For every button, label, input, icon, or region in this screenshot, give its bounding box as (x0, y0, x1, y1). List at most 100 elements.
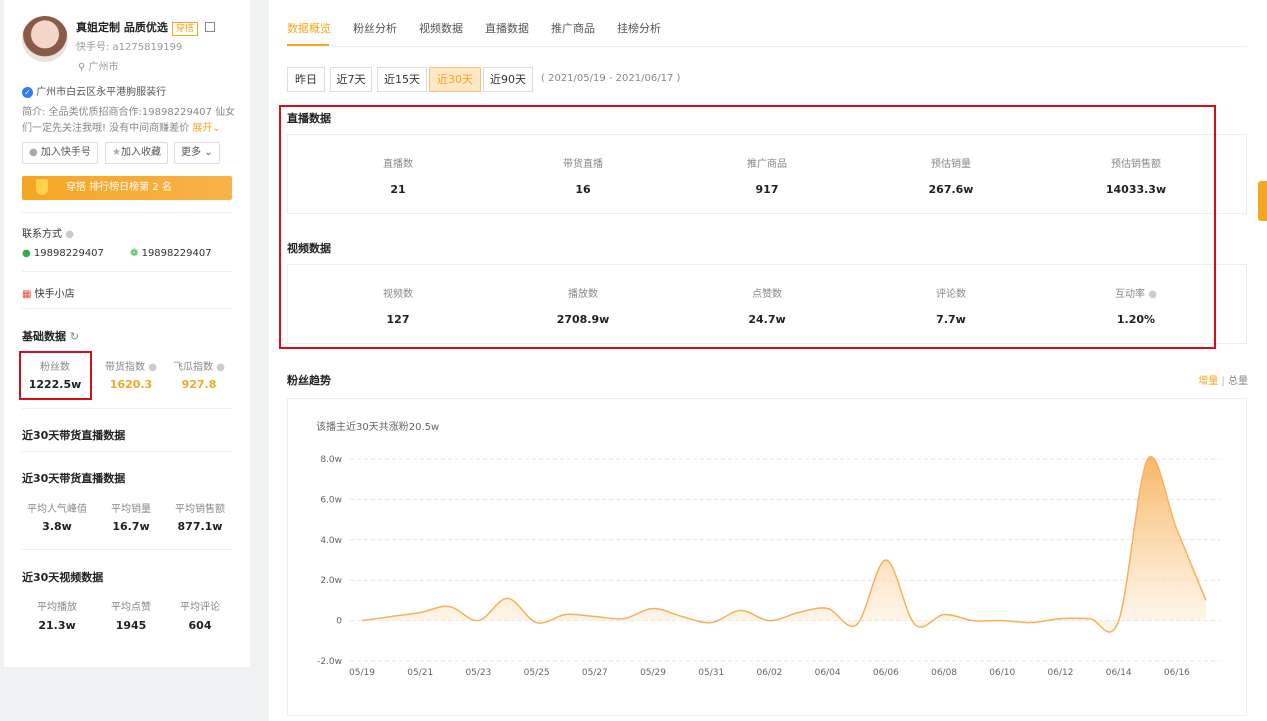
divider (22, 549, 232, 550)
info-icon[interactable]: ● (216, 362, 225, 373)
x-tick-label: 06/02 (756, 668, 782, 678)
x-tick-label: 06/16 (1164, 668, 1190, 678)
x-tick-label: 05/29 (640, 668, 666, 678)
wechat-number[interactable]: 19898229407 (142, 248, 212, 259)
intro-line2: 们一定先关注我哦! 没有中间商赚差价 (22, 123, 190, 134)
shop-label: 快手小店 (34, 289, 75, 300)
date-90d[interactable]: 近90天 (483, 67, 533, 92)
add-kuaishou-button[interactable]: ● 加入快手号 (22, 142, 98, 164)
divider (22, 451, 232, 452)
live30-title: 近30天带货直播数据 (22, 429, 126, 442)
divider (22, 308, 232, 309)
collect-button[interactable]: ★加入收藏 (105, 142, 168, 164)
refresh-icon[interactable]: ↻ (70, 330, 79, 343)
x-tick-label: 05/31 (698, 668, 724, 678)
wechat-icon: ❁ (130, 248, 139, 259)
x-tick-label: 05/27 (582, 668, 608, 678)
info-icon[interactable]: ● (148, 362, 157, 373)
more-button[interactable]: 更多 ⌄ (174, 142, 220, 164)
contact-title: 联系方式 ● (22, 225, 74, 240)
wechat-row: ❁ 19898229407 (130, 248, 212, 259)
add-circle-icon: ● (29, 147, 38, 158)
avg-peak-label: 平均人气峰值 (27, 504, 87, 515)
chevron-down-icon: ⌄ (204, 147, 213, 158)
tab-live[interactable]: 直播数据 (485, 20, 529, 36)
fans-trend-chart: 8.0w 6.0w 4.0w 2.0w 0 -2.0w 05/19 05/21 05/23 05/… (317, 455, 1220, 678)
profile-panel: 真姐定制 品质优选 穿搭 快手号: a1275819199 ⚲ 广州市 ✓ 广州市… (4, 0, 250, 667)
goods-index-label: 带货指数 ● (98, 358, 164, 373)
toggle-separator: | (1221, 376, 1225, 387)
rank-banner[interactable]: 穿搭 排行榜日榜第 2 名 (22, 176, 232, 200)
avatar[interactable] (22, 16, 68, 62)
x-tick-label: 05/25 (524, 668, 550, 678)
x-tick-label: 06/06 (873, 668, 899, 678)
verified-text: 广州市白云区永平港朐服装行 (36, 87, 167, 98)
rank-text: 穿搭 排行榜日榜第 2 名 (66, 182, 172, 193)
date-30d[interactable]: 近30天 (429, 67, 481, 92)
tab-overview[interactable]: 数据概览 (287, 20, 331, 36)
y-tick-label: 2.0w (320, 576, 342, 586)
category-badge: 穿搭 (171, 22, 198, 36)
chevron-down-icon: ⌄ (212, 123, 221, 134)
collect-label: 加入收藏 (120, 147, 161, 158)
feigua-index-label-text: 飞瓜指数 (173, 362, 214, 373)
tab-ranking[interactable]: 挂榜分析 (617, 20, 661, 36)
add-kuaishou-label: 加入快手号 (40, 147, 91, 158)
toggle-increment[interactable]: 增量 (1198, 376, 1218, 387)
x-tick-label: 06/10 (989, 668, 1015, 678)
highlight-box (19, 351, 92, 400)
side-feedback-tab[interactable] (1258, 181, 1267, 221)
divider (287, 46, 1247, 47)
y-tick-label: 6.0w (320, 495, 342, 505)
shop-link[interactable]: ▦ 快手小店 (22, 285, 75, 300)
divider (22, 408, 232, 409)
avg-comment-label: 平均评论 (180, 602, 220, 613)
divider (22, 271, 232, 272)
location: ⚲ 广州市 (78, 58, 119, 73)
verified-row: ✓ 广州市白云区永平港朐服装行 (22, 83, 166, 98)
avg-like-label: 平均点赞 (111, 602, 151, 613)
avg-comment-value: 604 (188, 619, 212, 632)
date-15d[interactable]: 近15天 (377, 67, 427, 92)
divider (22, 212, 232, 213)
x-tick-label: 06/04 (815, 668, 841, 678)
phone-row: ● 19898229407 (22, 248, 104, 259)
nickname: 真姐定制 品质优选 (76, 21, 168, 34)
fans-trend-title: 粉丝趋势 (287, 374, 331, 387)
shop-icon: ▦ (22, 289, 32, 300)
info-icon[interactable]: ● (65, 229, 74, 240)
date-yesterday[interactable]: 昨日 (287, 67, 325, 92)
x-tick-label: 06/08 (931, 668, 957, 678)
expand-link[interactable]: 展开 (192, 123, 212, 134)
avg-play-value: 21.3w (38, 619, 76, 632)
x-tick-label: 06/14 (1106, 668, 1132, 678)
qrcode-icon[interactable] (205, 22, 216, 32)
tab-products[interactable]: 推广商品 (551, 20, 595, 36)
y-tick-label: 8.0w (320, 455, 342, 465)
tab-video[interactable]: 视频数据 (419, 20, 463, 36)
toggle-total[interactable]: 总量 (1228, 376, 1248, 387)
video30-title: 近30天视频数据 (22, 571, 104, 584)
main-panel: 数据概览 粉丝分析 视频数据 直播数据 推广商品 挂榜分析 昨日 近7天 近15… (269, 0, 1267, 721)
avg-revenue-value: 877.1w (177, 520, 223, 533)
feigua-index-label: 飞瓜指数 ● (166, 358, 232, 373)
goods-index-label-text: 带货指数 (105, 362, 146, 373)
phone-number[interactable]: 19898229407 (34, 248, 104, 259)
x-tick-label: 05/19 (349, 668, 375, 678)
avg-peak-value: 3.8w (42, 520, 72, 533)
series-line[interactable] (361, 455, 1207, 633)
avg-sales-value: 16.7w (112, 520, 150, 533)
more-label: 更多 (181, 147, 201, 158)
location-text: 广州市 (88, 62, 119, 73)
phone-icon: ● (22, 248, 31, 259)
y-tick-label: -2.0w (317, 657, 342, 667)
nickname-row: 真姐定制 品质优选 穿搭 (76, 19, 216, 36)
account-id: 快手号: a1275819199 (76, 42, 183, 53)
location-pin-icon: ⚲ (78, 62, 86, 73)
avg-play-label: 平均播放 (37, 602, 77, 613)
contact-title-text: 联系方式 (22, 229, 62, 240)
x-tick-label: 05/23 (465, 668, 491, 678)
date-7d[interactable]: 近7天 (330, 67, 372, 92)
tab-fans[interactable]: 粉丝分析 (353, 20, 397, 36)
y-tick-label: 4.0w (320, 536, 342, 546)
